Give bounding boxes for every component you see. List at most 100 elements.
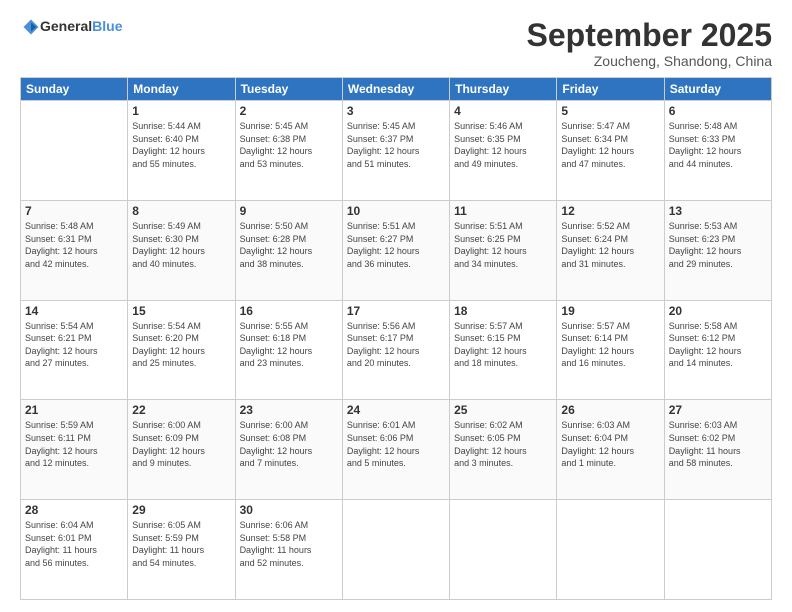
- header-row: SundayMondayTuesdayWednesdayThursdayFrid…: [21, 78, 772, 101]
- calendar-cell: 17 Sunrise: 5:56 AMSunset: 6:17 PMDayligh…: [342, 300, 449, 400]
- day-number: 20: [669, 304, 767, 318]
- month-title: September 2025: [527, 18, 772, 53]
- calendar-cell: 22Sunrise: 6:00 AMSunset: 6:09 PMDayligh…: [128, 400, 235, 500]
- day-info: Sunrise: 5:51 AMSunset: 6:25 PMDaylight:…: [454, 220, 552, 270]
- title-area: September 2025 Zoucheng, Shandong, China: [527, 18, 772, 69]
- calendar-cell: 28Sunrise: 6:04 AMSunset: 6:01 PMDayligh…: [21, 500, 128, 600]
- day-number: 9: [240, 204, 338, 218]
- day-number: 3: [347, 104, 445, 118]
- day-number: 7: [25, 204, 123, 218]
- day-info: Sunrise: 6:01 AMSunset: 6:06 PMDaylight:…: [347, 419, 445, 469]
- day-info: Sunrise: 5:57 AMSunset: 6:14 PMDaylight:…: [561, 320, 659, 370]
- day-info: Sunrise: 5:57 AMSunset: 6:15 PMDaylight:…: [454, 320, 552, 370]
- day-number: 1: [132, 104, 230, 118]
- week-row-2: 14 Sunrise: 5:54 AMSunset: 6:21 PMDayligh…: [21, 300, 772, 400]
- page: GeneralBlue September 2025 Zoucheng, Sha…: [0, 0, 792, 612]
- day-info: Sunrise: 6:04 AMSunset: 6:01 PMDaylight:…: [25, 519, 123, 569]
- day-number: 17: [347, 304, 445, 318]
- day-number: 29: [132, 503, 230, 517]
- week-row-0: 1 Sunrise: 5:44 AMSunset: 6:40 PMDaylight…: [21, 101, 772, 201]
- calendar-cell: 16Sunrise: 5:55 AMSunset: 6:18 PMDayligh…: [235, 300, 342, 400]
- calendar-cell: [342, 500, 449, 600]
- day-info: Sunrise: 5:54 AMSunset: 6:21 PMDaylight:…: [25, 320, 123, 370]
- calendar-cell: 7 Sunrise: 5:48 AMSunset: 6:31 PMDaylight…: [21, 200, 128, 300]
- day-number: 21: [25, 403, 123, 417]
- day-info: Sunrise: 6:06 AMSunset: 5:58 PMDaylight:…: [240, 519, 338, 569]
- day-number: 14: [25, 304, 123, 318]
- day-number: 30: [240, 503, 338, 517]
- day-info: Sunrise: 5:45 AMSunset: 6:38 PMDaylight:…: [240, 120, 338, 170]
- calendar-header: SundayMondayTuesdayWednesdayThursdayFrid…: [21, 78, 772, 101]
- calendar-cell: [664, 500, 771, 600]
- calendar-cell: [450, 500, 557, 600]
- day-info: Sunrise: 6:02 AMSunset: 6:05 PMDaylight:…: [454, 419, 552, 469]
- day-number: 25: [454, 403, 552, 417]
- calendar-table: SundayMondayTuesdayWednesdayThursdayFrid…: [20, 77, 772, 600]
- calendar-cell: 8Sunrise: 5:49 AMSunset: 6:30 PMDaylight…: [128, 200, 235, 300]
- calendar-cell: 2 Sunrise: 5:45 AMSunset: 6:38 PMDaylight…: [235, 101, 342, 201]
- day-number: 18: [454, 304, 552, 318]
- logo: GeneralBlue: [20, 18, 122, 36]
- calendar-cell: 19 Sunrise: 5:57 AMSunset: 6:14 PMDayligh…: [557, 300, 664, 400]
- calendar-cell: 14 Sunrise: 5:54 AMSunset: 6:21 PMDayligh…: [21, 300, 128, 400]
- calendar-cell: 27 Sunrise: 6:03 AMSunset: 6:02 PMDayligh…: [664, 400, 771, 500]
- day-info: Sunrise: 5:55 AMSunset: 6:18 PMDaylight:…: [240, 320, 338, 370]
- day-number: 10: [347, 204, 445, 218]
- day-number: 13: [669, 204, 767, 218]
- logo-text-general: General: [40, 18, 92, 34]
- day-info: Sunrise: 5:47 AMSunset: 6:34 PMDaylight:…: [561, 120, 659, 170]
- calendar-cell: 5 Sunrise: 5:47 AMSunset: 6:34 PMDaylight…: [557, 101, 664, 201]
- day-number: 26: [561, 403, 659, 417]
- calendar-cell: 18 Sunrise: 5:57 AMSunset: 6:15 PMDayligh…: [450, 300, 557, 400]
- day-number: 23: [240, 403, 338, 417]
- calendar-cell: 10 Sunrise: 5:51 AMSunset: 6:27 PMDayligh…: [342, 200, 449, 300]
- calendar-cell: 6Sunrise: 5:48 AMSunset: 6:33 PMDaylight…: [664, 101, 771, 201]
- logo-icon: [22, 18, 40, 36]
- header: GeneralBlue September 2025 Zoucheng, Sha…: [20, 18, 772, 69]
- day-number: 5: [561, 104, 659, 118]
- week-row-4: 28Sunrise: 6:04 AMSunset: 6:01 PMDayligh…: [21, 500, 772, 600]
- calendar-cell: 13 Sunrise: 5:53 AMSunset: 6:23 PMDayligh…: [664, 200, 771, 300]
- header-day-tuesday: Tuesday: [235, 78, 342, 101]
- calendar-cell: 29 Sunrise: 6:05 AMSunset: 5:59 PMDayligh…: [128, 500, 235, 600]
- day-number: 4: [454, 104, 552, 118]
- calendar-cell: 23 Sunrise: 6:00 AMSunset: 6:08 PMDayligh…: [235, 400, 342, 500]
- calendar-cell: 11Sunrise: 5:51 AMSunset: 6:25 PMDayligh…: [450, 200, 557, 300]
- day-number: 27: [669, 403, 767, 417]
- calendar-cell: [21, 101, 128, 201]
- day-info: Sunrise: 5:53 AMSunset: 6:23 PMDaylight:…: [669, 220, 767, 270]
- day-info: Sunrise: 5:54 AMSunset: 6:20 PMDaylight:…: [132, 320, 230, 370]
- day-info: Sunrise: 5:50 AMSunset: 6:28 PMDaylight:…: [240, 220, 338, 270]
- header-day-friday: Friday: [557, 78, 664, 101]
- day-number: 19: [561, 304, 659, 318]
- subtitle: Zoucheng, Shandong, China: [527, 53, 772, 69]
- calendar-cell: 25 Sunrise: 6:02 AMSunset: 6:05 PMDayligh…: [450, 400, 557, 500]
- header-day-sunday: Sunday: [21, 78, 128, 101]
- week-row-1: 7 Sunrise: 5:48 AMSunset: 6:31 PMDaylight…: [21, 200, 772, 300]
- calendar-cell: 30 Sunrise: 6:06 AMSunset: 5:58 PMDayligh…: [235, 500, 342, 600]
- header-day-monday: Monday: [128, 78, 235, 101]
- week-row-3: 21 Sunrise: 5:59 AMSunset: 6:11 PMDayligh…: [21, 400, 772, 500]
- day-info: Sunrise: 5:56 AMSunset: 6:17 PMDaylight:…: [347, 320, 445, 370]
- calendar-cell: 20 Sunrise: 5:58 AMSunset: 6:12 PMDayligh…: [664, 300, 771, 400]
- day-info: Sunrise: 5:48 AMSunset: 6:31 PMDaylight:…: [25, 220, 123, 270]
- day-number: 12: [561, 204, 659, 218]
- day-info: Sunrise: 5:59 AMSunset: 6:11 PMDaylight:…: [25, 419, 123, 469]
- day-info: Sunrise: 6:00 AMSunset: 6:08 PMDaylight:…: [240, 419, 338, 469]
- day-info: Sunrise: 5:51 AMSunset: 6:27 PMDaylight:…: [347, 220, 445, 270]
- calendar-cell: 21 Sunrise: 5:59 AMSunset: 6:11 PMDayligh…: [21, 400, 128, 500]
- day-info: Sunrise: 6:00 AMSunset: 6:09 PMDaylight:…: [132, 419, 230, 469]
- day-info: Sunrise: 6:03 AMSunset: 6:04 PMDaylight:…: [561, 419, 659, 469]
- day-info: Sunrise: 6:03 AMSunset: 6:02 PMDaylight:…: [669, 419, 767, 469]
- calendar-cell: 4Sunrise: 5:46 AMSunset: 6:35 PMDaylight…: [450, 101, 557, 201]
- calendar-cell: [557, 500, 664, 600]
- day-number: 2: [240, 104, 338, 118]
- calendar-cell: 1 Sunrise: 5:44 AMSunset: 6:40 PMDaylight…: [128, 101, 235, 201]
- day-info: Sunrise: 5:58 AMSunset: 6:12 PMDaylight:…: [669, 320, 767, 370]
- day-info: Sunrise: 5:44 AMSunset: 6:40 PMDaylight:…: [132, 120, 230, 170]
- calendar-cell: 3Sunrise: 5:45 AMSunset: 6:37 PMDaylight…: [342, 101, 449, 201]
- header-day-wednesday: Wednesday: [342, 78, 449, 101]
- calendar-cell: 9 Sunrise: 5:50 AMSunset: 6:28 PMDaylight…: [235, 200, 342, 300]
- day-info: Sunrise: 5:49 AMSunset: 6:30 PMDaylight:…: [132, 220, 230, 270]
- day-info: Sunrise: 6:05 AMSunset: 5:59 PMDaylight:…: [132, 519, 230, 569]
